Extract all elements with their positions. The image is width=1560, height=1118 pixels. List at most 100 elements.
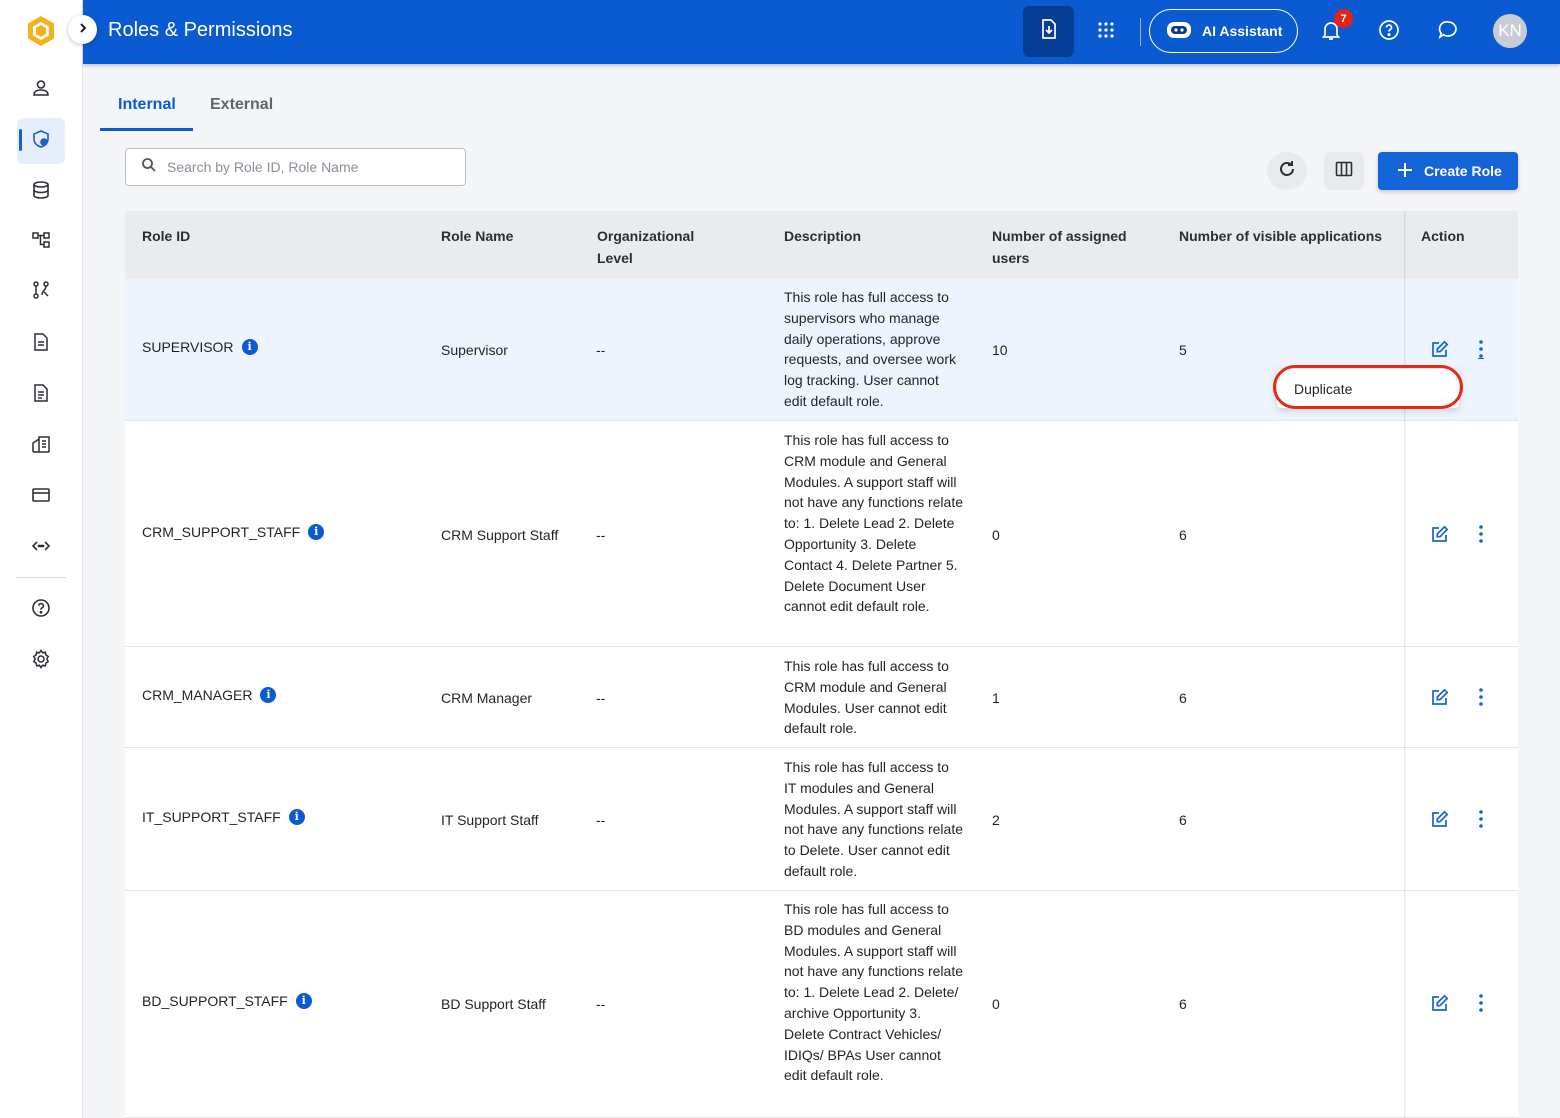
robot-icon (1166, 20, 1192, 43)
role-id-cell: CRM_MANAGER i (142, 685, 277, 706)
sidebar-item-organization[interactable] (17, 423, 65, 469)
sidebar-item-billing[interactable] (17, 474, 65, 520)
settings-icon (31, 648, 51, 674)
tab-external[interactable]: External (210, 96, 273, 114)
assigned-users-cell: 1 (992, 690, 1000, 706)
description-cell: This role has full access to CRM module … (784, 658, 949, 737)
chat-button[interactable] (1432, 16, 1464, 48)
edit-icon[interactable] (1430, 524, 1450, 544)
visible-apps-cell: 6 (1179, 527, 1187, 543)
apps-grid-button[interactable] (1090, 16, 1122, 48)
table-row[interactable]: IT_SUPPORT_STAFF i IT Support Staff -- T… (125, 748, 1518, 891)
header-separator (1140, 18, 1141, 46)
sidebar-item-help[interactable] (17, 587, 65, 633)
visible-apps-cell: 5 (1179, 342, 1187, 358)
role-id-text: BD_SUPPORT_STAFF (142, 993, 288, 1009)
tab-internal[interactable]: Internal (118, 96, 176, 114)
info-icon[interactable]: i (308, 524, 325, 541)
column-header-assigned-users[interactable]: Number of assigned users (992, 225, 1142, 269)
roles-table: Role ID Role Name Organizational Level D… (125, 211, 1518, 1118)
role-id-text: CRM_SUPPORT_STAFF (142, 524, 301, 540)
column-header-role-id[interactable]: Role ID (142, 225, 190, 247)
report-icon (31, 383, 51, 408)
sidebar-expand-button[interactable] (68, 15, 97, 44)
export-button[interactable] (1023, 6, 1074, 57)
edit-icon[interactable] (1430, 687, 1450, 707)
workflow-icon (31, 280, 51, 305)
more-options-icon[interactable] (1471, 809, 1491, 829)
sidebar-item-workflow[interactable] (17, 269, 65, 315)
active-tab-indicator (100, 128, 193, 131)
visible-apps-cell: 6 (1179, 996, 1187, 1012)
column-header-visible-apps[interactable]: Number of visible applications (1179, 225, 1382, 247)
table-row[interactable]: BD_SUPPORT_STAFF i BD Support Staff -- T… (125, 891, 1518, 1118)
ai-assistant-button[interactable]: AI Assistant (1149, 9, 1298, 53)
sidebar-item-api[interactable] (17, 525, 65, 571)
create-role-button[interactable]: Create Role (1378, 152, 1518, 190)
search-box[interactable] (125, 148, 466, 186)
info-icon[interactable]: i (288, 809, 305, 826)
more-options-icon[interactable] (1471, 339, 1491, 359)
search-icon (141, 157, 157, 178)
sidebar (0, 0, 83, 1118)
refresh-icon (1277, 159, 1297, 184)
columns-icon (1335, 160, 1353, 183)
sticky-action-column-shadow (1404, 211, 1406, 1118)
table-row[interactable]: CRM_SUPPORT_STAFF i CRM Support Staff --… (125, 421, 1518, 647)
sidebar-item-reports[interactable] (17, 372, 65, 418)
org-level-cell: -- (596, 527, 606, 543)
role-name-cell: CRM Support Staff (441, 527, 559, 543)
visible-apps-cell: 6 (1179, 812, 1187, 828)
edit-icon[interactable] (1430, 809, 1450, 829)
ai-assistant-label: AI Assistant (1202, 23, 1283, 39)
row-actions-menu: Duplicate (1277, 369, 1459, 408)
chat-bubble-icon (1437, 19, 1459, 46)
top-header: Roles & Permissions AI Assistant 7 KN (83, 0, 1560, 64)
description-cell: This role has full access to IT modules … (784, 759, 964, 879)
user-icon (31, 78, 51, 103)
sidebar-item-hierarchy[interactable] (17, 219, 65, 265)
info-icon[interactable]: i (260, 687, 277, 704)
org-level-cell: -- (596, 690, 606, 706)
description-cell: This role has full access to CRM module … (784, 432, 964, 615)
edit-icon[interactable] (1430, 993, 1450, 1013)
api-icon (31, 536, 51, 561)
notification-count-badge: 7 (1334, 9, 1353, 28)
org-level-cell: -- (596, 812, 606, 828)
user-avatar[interactable]: KN (1493, 14, 1527, 48)
role-id-cell: IT_SUPPORT_STAFF i (142, 807, 305, 828)
search-input[interactable] (167, 159, 447, 175)
building-icon (31, 434, 51, 459)
create-role-label: Create Role (1424, 163, 1502, 179)
sidebar-item-users[interactable] (17, 67, 65, 113)
info-icon[interactable]: i (295, 993, 312, 1010)
sidebar-item-settings[interactable] (17, 638, 65, 684)
description-cell: This role has full access to supervisors… (784, 289, 956, 409)
refresh-button[interactable] (1267, 152, 1307, 190)
table-row[interactable]: CRM_MANAGER i CRM Manager -- This role h… (125, 647, 1518, 748)
description-cell: This role has full access to BD modules … (784, 901, 964, 1084)
more-options-icon[interactable] (1471, 524, 1491, 544)
assigned-users-cell: 0 (992, 527, 1000, 543)
menu-item-duplicate[interactable]: Duplicate (1294, 381, 1352, 397)
role-name-cell: BD Support Staff (441, 996, 546, 1012)
more-options-icon[interactable] (1471, 687, 1491, 707)
role-id-text: IT_SUPPORT_STAFF (142, 809, 281, 825)
role-shield-icon (31, 129, 51, 154)
edit-icon[interactable] (1430, 339, 1450, 359)
card-icon (31, 485, 51, 510)
column-header-role-name[interactable]: Role Name (441, 225, 513, 247)
table-header: Role ID Role Name Organizational Level D… (125, 211, 1518, 279)
column-header-description[interactable]: Description (784, 225, 861, 247)
help-button[interactable] (1373, 16, 1405, 48)
database-icon (31, 180, 51, 205)
columns-button[interactable] (1324, 152, 1364, 190)
sidebar-item-roles[interactable] (17, 118, 65, 164)
sidebar-item-data[interactable] (17, 169, 65, 215)
info-icon[interactable]: i (241, 339, 258, 356)
more-options-icon[interactable] (1471, 993, 1491, 1013)
app-logo-icon[interactable] (24, 14, 58, 48)
org-level-cell: -- (596, 342, 606, 358)
column-header-org-level[interactable]: Organizational Level (597, 225, 717, 269)
sidebar-item-documents[interactable] (17, 321, 65, 367)
